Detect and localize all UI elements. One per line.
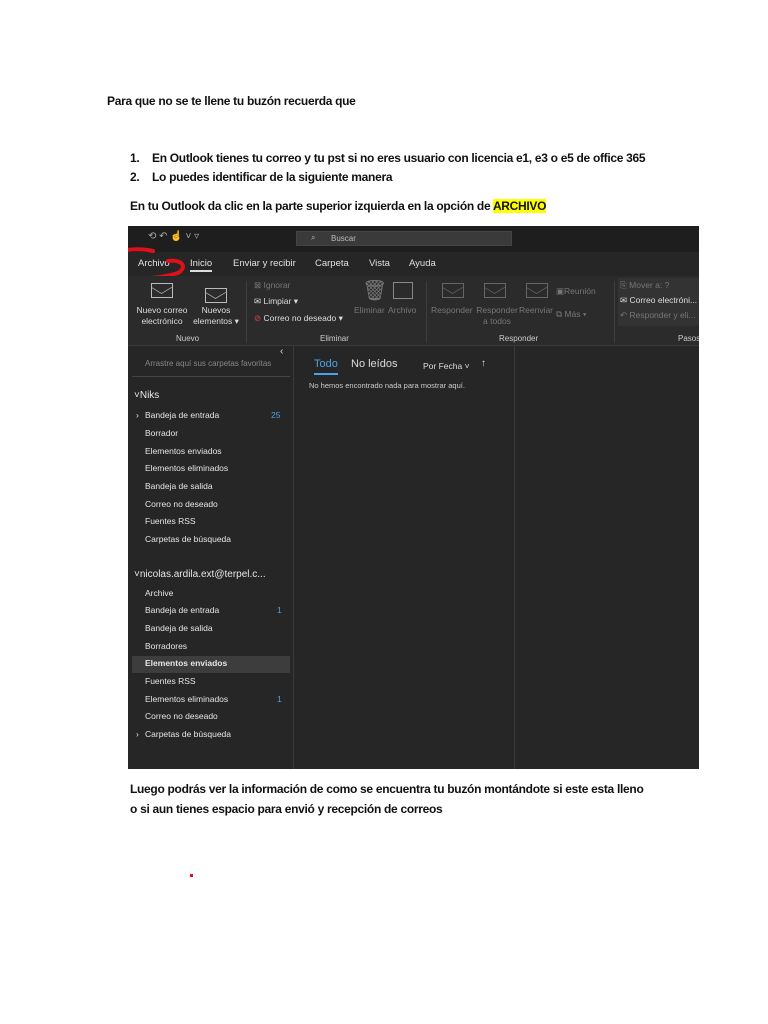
unread-count: 1 [277,694,282,704]
outlook-screenshot: ⟲ ↶ ☝ ˅ ▿ ⌕ Buscar Archivo Inicio Enviar … [128,226,699,769]
folder-item[interactable]: Correo no deseado [145,711,218,721]
tab-carpeta[interactable]: Carpeta [315,258,349,269]
new-items-icon [205,288,227,303]
folder-item[interactable]: Borradores [145,641,187,651]
new-items-button[interactable]: Nuevos elementos ▾ [190,305,242,327]
group-label-responder: Responder [499,334,539,343]
divider [246,281,247,343]
message-list: Todo No leídos Por Fecha ˅ ↑ No hemos en… [294,346,515,769]
collapse-pane-icon[interactable]: ‹ [280,346,283,357]
tab-ayuda[interactable]: Ayuda [409,258,436,269]
folder-item[interactable]: Bandeja de entrada [145,605,219,615]
account-niks[interactable]: ˅Niks [134,390,159,401]
group-label-pasos: Pasos [678,334,699,343]
group-label-nuevo: Nuevo [176,334,200,343]
folder-item[interactable]: Carpetas de búsqueda [145,534,231,544]
archive-button[interactable]: Archivo [388,305,416,316]
empty-message: No hemos encontrado nada para mostrar aq… [309,381,465,390]
intro-text: Para que no se te llene tu buzón recuerd… [107,94,356,108]
tab-no-leidos[interactable]: No leídos [351,358,397,370]
new-mail-icon [151,283,173,298]
folder-item[interactable]: Borrador [145,428,178,438]
sort-direction-icon[interactable]: ↑ [481,358,486,369]
search-box[interactable]: ⌕ Buscar [296,231,512,246]
list-number-2: 2. [130,170,140,184]
tab-inicio[interactable]: Inicio [190,258,213,272]
after-text-line-2: o si aun tienes espacio para envió y rec… [130,802,443,816]
more-button[interactable]: ⧉ Más ▾ [556,309,586,320]
folder-item[interactable]: Elementos eliminados [145,463,228,473]
favorites-hint: Arrastre aquí sus carpetas favoritas [145,359,272,368]
folder-item[interactable]: Bandeja de salida [145,623,213,633]
folder-item-selected[interactable]: Elementos enviados [145,658,227,668]
reading-pane [515,346,699,769]
unread-count: 1 [277,605,282,615]
reply-delete-step[interactable]: ↶ Responder y eli... [620,310,696,321]
delete-button[interactable]: Eliminar [354,305,385,316]
list-item-2: Lo puedes identificar de la siguiente ma… [152,170,393,184]
tab-todo[interactable]: Todo [314,358,338,375]
trash-icon: 🗑 [362,280,388,302]
search-placeholder: Buscar [331,234,356,243]
archive-icon [393,282,413,299]
group-label-eliminar: Eliminar [320,334,349,343]
junk-icon: ⊘ [254,313,262,323]
divider [426,281,427,343]
folder-item[interactable]: Correo no deseado [145,499,218,509]
folder-item[interactable]: Archive [145,588,173,598]
clean-button[interactable]: ✉ Limpiar ▾ [254,296,298,307]
reply-button[interactable]: Responder [431,305,473,316]
archivo-highlight: ARCHIVO [492,199,547,213]
junk-button[interactable]: ⊘ Correo no deseado ▾ [254,313,343,324]
instruction-body: En tu Outlook da clic en la parte superi… [130,199,493,213]
after-text-line-1: Luego podrás ver la información de como … [130,782,644,796]
ignore-button[interactable]: ⊠ Ignorar [254,280,290,291]
divider [614,281,615,343]
account-nicolas[interactable]: ˅nicolas.ardila.ext@terpel.c... [134,569,266,580]
folder-item[interactable]: Bandeja de entrada [145,410,219,420]
title-bar: ⟲ ↶ ☝ ˅ ▿ ⌕ Buscar [128,226,699,252]
folder-pane: ‹ Arrastre aquí sus carpetas favoritas ˅… [128,346,294,769]
expand-icon[interactable]: › [136,729,139,739]
reply-icon [442,283,464,298]
red-dot-mark [190,874,193,877]
tab-enviar-recibir[interactable]: Enviar y recibir [233,258,296,269]
expand-icon[interactable]: › [136,410,139,420]
list-item-1: En Outlook tienes tu correo y tu pst si … [152,151,646,165]
search-icon: ⌕ [311,233,316,242]
folder-item[interactable]: Elementos enviados [145,446,222,456]
tab-vista[interactable]: Vista [369,258,390,269]
list-number-1: 1. [130,151,140,165]
email-step[interactable]: ✉ Correo electróni... [620,295,697,306]
folder-item[interactable]: Fuentes RSS [145,676,196,686]
divider [132,376,290,377]
reply-all-button[interactable]: Responder a todos [476,305,518,327]
meeting-button[interactable]: ▣Reunión [556,286,596,297]
folder-item[interactable]: Bandeja de salida [145,481,213,491]
move-to-step[interactable]: ⎘ Mover a: ? [620,280,669,291]
forward-button[interactable]: Reenviar [519,305,553,316]
new-mail-button[interactable]: Nuevo correo electrónico [132,305,192,327]
folder-item[interactable]: Carpetas de búsqueda [145,729,231,739]
folder-item[interactable]: Elementos eliminados [145,694,228,704]
sort-dropdown[interactable]: Por Fecha ˅ [423,361,470,371]
unread-count: 25 [271,410,281,420]
forward-icon [526,283,548,298]
reply-all-icon [484,283,506,298]
folder-item[interactable]: Fuentes RSS [145,516,196,526]
instruction-text: En tu Outlook da clic en la parte superi… [130,199,546,213]
